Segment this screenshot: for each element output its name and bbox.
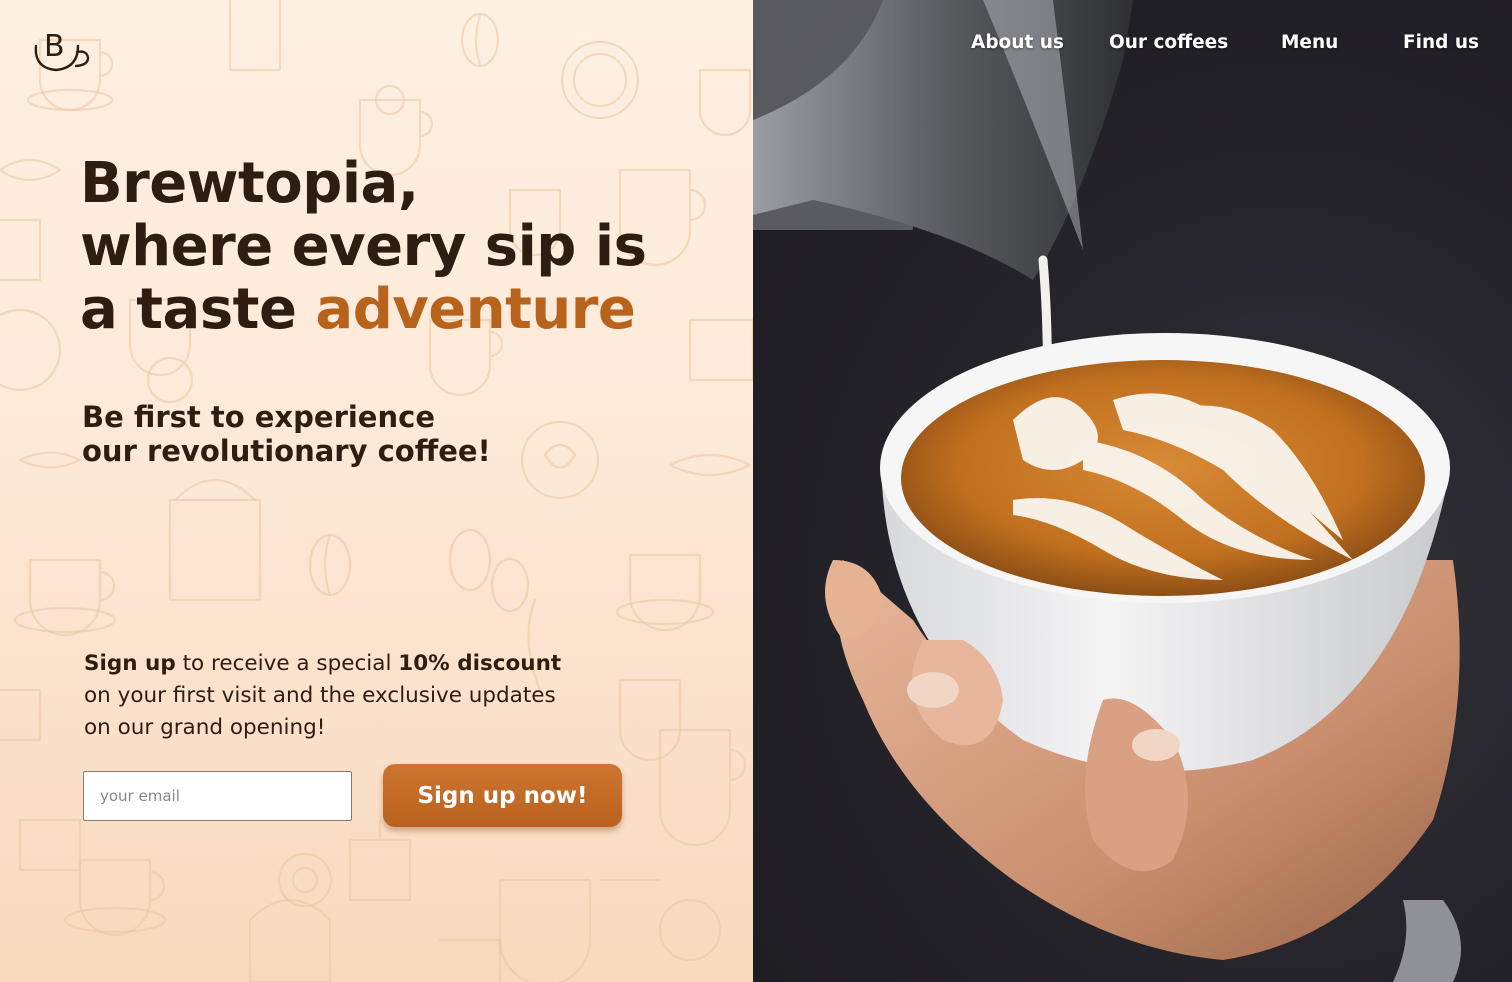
- headline-accent-word: adventure: [315, 277, 636, 342]
- hero-photo-panel: About us Our coffees Menu Find us: [753, 0, 1512, 982]
- hero-headline: Brewtopia, where every sip is a taste ad…: [80, 152, 720, 341]
- subhead-line-1: Be first to experience: [82, 400, 435, 434]
- nav-link-our-coffees[interactable]: Our coffees: [1109, 30, 1228, 56]
- offer-signup-bold: Sign up: [84, 651, 176, 676]
- hero-subheading: Be first to experience our revolutionary…: [82, 400, 682, 468]
- landing-page: B Brewtopia, where every sip is a taste …: [0, 0, 1512, 982]
- headline-line-2: where every sip is: [80, 214, 647, 279]
- brand-logo[interactable]: B: [30, 30, 92, 74]
- signup-now-button[interactable]: Sign up now!: [383, 764, 622, 827]
- offer-line-2: on your first visit and the exclusive up…: [84, 683, 556, 708]
- coffee-doodle-pattern: [0, 0, 753, 982]
- nav-link-find-us[interactable]: Find us: [1403, 30, 1479, 56]
- email-input[interactable]: [83, 771, 352, 821]
- subhead-line-2: our revolutionary coffee!: [82, 434, 491, 468]
- signup-offer-text: Sign up to receive a special 10% discoun…: [84, 648, 644, 744]
- offer-line-3: on our grand opening!: [84, 715, 326, 740]
- headline-line-3-prefix: a taste: [80, 277, 316, 342]
- latte-art-photo: [753, 0, 1461, 982]
- hero-left-panel: B Brewtopia, where every sip is a taste …: [0, 0, 753, 982]
- logo-letter: B: [44, 29, 65, 64]
- headline-line-1: Brewtopia,: [80, 151, 419, 216]
- offer-lead-text: to receive a special: [175, 651, 399, 676]
- offer-discount-bold: 10% discount: [398, 651, 562, 676]
- nav-link-menu[interactable]: Menu: [1281, 30, 1338, 56]
- main-navigation: About us Our coffees Menu Find us: [753, 30, 1512, 60]
- nav-link-about-us[interactable]: About us: [971, 30, 1064, 56]
